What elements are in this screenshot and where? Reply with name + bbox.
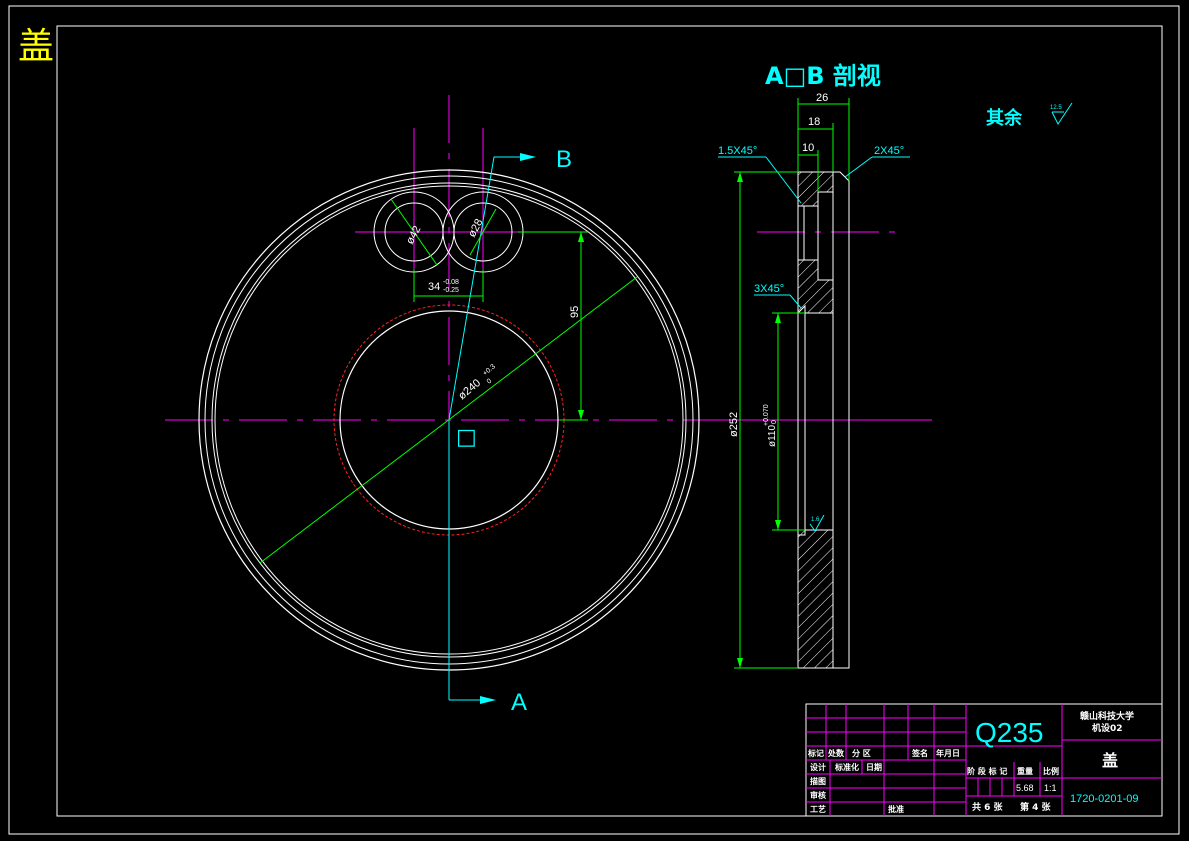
arrow-a [480, 696, 496, 704]
part-mark: 盖 [18, 26, 54, 67]
tb-class: 机设02 [1092, 722, 1123, 734]
dim-width-inner: 10 [802, 142, 814, 154]
rough-value: 12.5 [1050, 105, 1062, 111]
tb-header-zone: 分 区 [852, 748, 871, 758]
center-mark: □ [456, 425, 477, 450]
tb-sheet-current: 第 4 张 [1020, 801, 1052, 813]
dim-width-total: 26 [816, 92, 828, 104]
title-block: Q235 赣山科技大学 机设02 盖 1720-0201-09 标记 处数 分 … [805, 703, 1163, 817]
dim-outer-arrow-bottom [737, 658, 743, 668]
arrow-b [520, 153, 536, 161]
dim-outer-arrow-top [737, 172, 743, 182]
tb-stage: 阶 段 标 记 [967, 766, 1007, 776]
chamfer-3: 3X45° [754, 283, 784, 295]
dim-offset-arrow-bottom [578, 410, 584, 420]
section-label-a: A [511, 689, 527, 716]
section-title: A□B 剖视 [765, 62, 881, 90]
tb-school: 赣山科技大学 [1080, 710, 1134, 722]
dim-spacing-tol-upper: -0.08 [443, 279, 459, 286]
tb-drawing-no: 1720-0201-09 [1070, 793, 1139, 805]
tb-weight: 5.68 [1016, 783, 1034, 793]
tb-header-date: 年月日 [936, 748, 960, 758]
tb-header-mark: 标记 [807, 748, 824, 758]
dim-bore-arrow-bottom [775, 520, 781, 530]
rough-note: 其余 [986, 107, 1023, 129]
dim-spacing: 34 [428, 281, 440, 293]
engineering-drawing: 盖 A B □ ø42 ø28 34 -0.08 -0.25 95 ø240 +… [8, 5, 1180, 835]
dim-diameter-tol-lower: 0 [486, 378, 494, 386]
inner-frame [56, 25, 1163, 817]
dim-bore-tol-upper: +0.070 [763, 404, 770, 426]
surface-roughness-note: 其余 12.5 [986, 102, 1073, 129]
dim-hole-big: ø42 [404, 224, 424, 246]
tb-check-draw: 描图 [810, 776, 826, 786]
dim-spacing-tol-lower: -0.25 [443, 287, 459, 294]
tb-header-count: 处数 [827, 748, 845, 758]
hatch-mid [797, 259, 834, 314]
dim-diameter: ø240 [456, 377, 483, 402]
dim-offset-arrow-top [578, 232, 584, 242]
tb-sheet-total: 共 6 张 [972, 801, 1004, 813]
hatch-hole-left [797, 205, 805, 261]
tb-check-process: 工艺 [810, 804, 826, 814]
tb-part-name: 盖 [1102, 751, 1118, 770]
dim-width-mid: 18 [808, 116, 820, 128]
dim-outer-diameter: ø252 [728, 412, 740, 437]
dim-bore: ø110 [767, 425, 778, 447]
tb-scale: 1:1 [1044, 783, 1057, 793]
tb-role-design: 设计 [810, 762, 826, 772]
side-view: 26 18 10 1.5X45° 2X45° 3X45° ø252 ø110 +… [718, 92, 932, 669]
chamfer-1: 1.5X45° [718, 145, 757, 157]
hatch-hole-box [803, 205, 819, 261]
tb-header-sign: 签名 [911, 748, 928, 758]
section-label-b: B [556, 146, 572, 173]
chamfer-1-leader-diag [765, 156, 802, 204]
dim-diameter-tol: +0.3 [482, 363, 497, 377]
dim-bore-tol-lower: 0 [771, 420, 778, 424]
chamfer-2: 2X45° [874, 145, 904, 157]
tb-check-approve: 批准 [888, 804, 904, 814]
tb-role-standard: 标准化 [834, 762, 859, 772]
tb-check-review: 审核 [810, 790, 826, 800]
hatch-bottom [797, 529, 834, 669]
dim-bore-arrow-top [775, 313, 781, 323]
tb-material: Q235 [975, 717, 1044, 748]
tb-weight-label: 重量 [1017, 766, 1033, 776]
bore-rough-value: 1.6 [811, 517, 820, 523]
hatch-top [797, 171, 834, 207]
tb-scale-label: 比例 [1043, 766, 1059, 776]
dim-offset: 95 [569, 306, 581, 318]
tb-role-date: 日期 [866, 762, 882, 772]
